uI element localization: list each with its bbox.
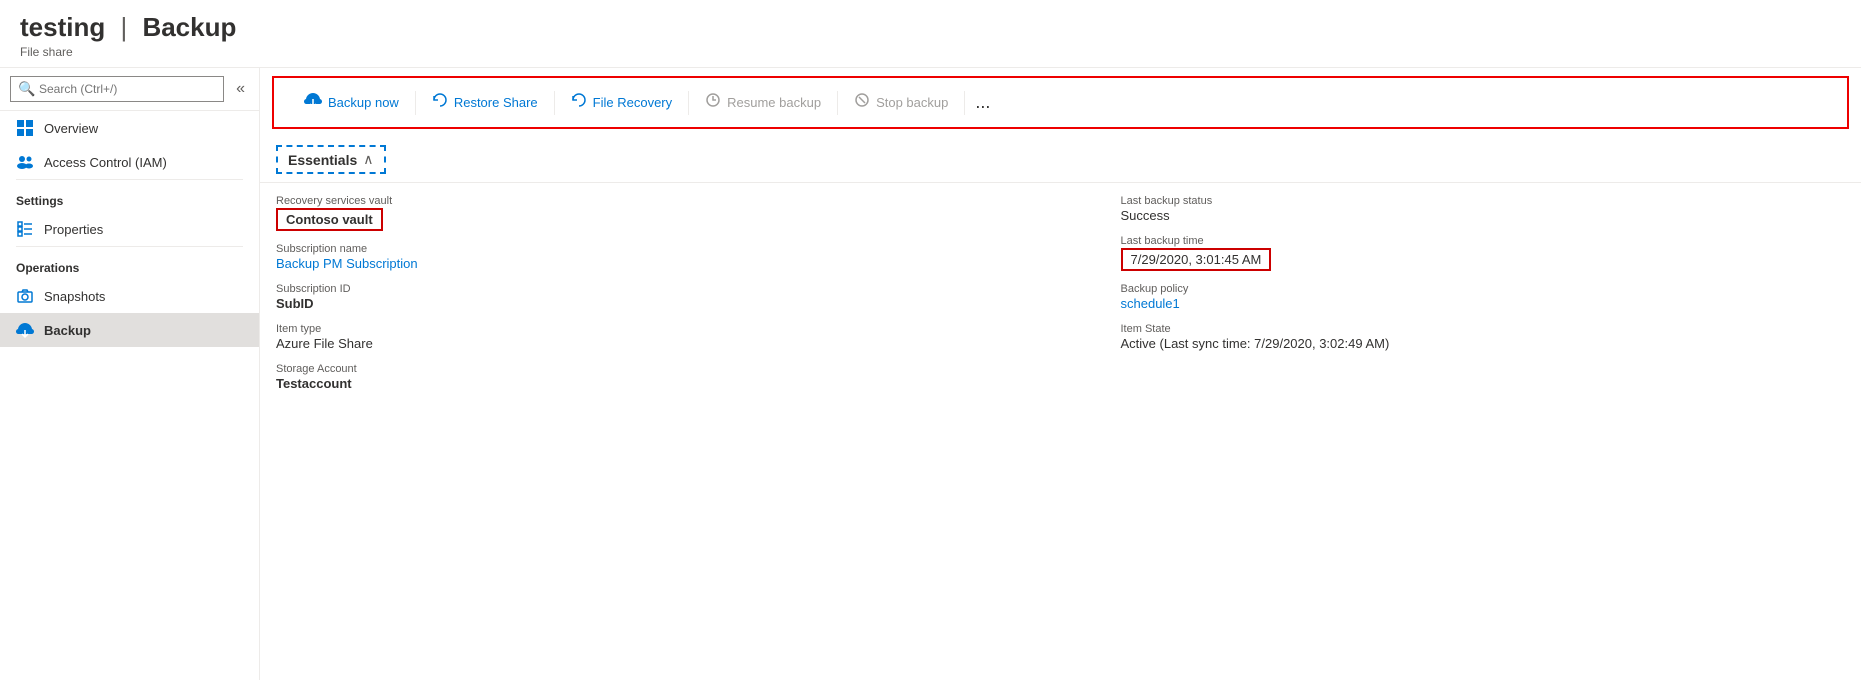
last-backup-time-label: Last backup time: [1121, 235, 1846, 247]
essentials-chevron-icon[interactable]: ∧: [363, 151, 373, 168]
page-title: testing | Backup: [20, 12, 1841, 43]
sidebar-item-overview[interactable]: Overview: [0, 111, 259, 145]
search-bar: 🔍 «: [0, 68, 259, 111]
more-options-button[interactable]: ...: [967, 88, 998, 117]
sidebar-item-label-properties: Properties: [44, 222, 103, 237]
subscription-name-label: Subscription name: [276, 243, 1061, 255]
field-last-backup-time: Last backup time 7/29/2020, 3:01:45 AM: [1121, 235, 1846, 271]
page-subtitle: File share: [20, 45, 1841, 59]
content-area: Backup now Restore Share: [260, 68, 1861, 680]
backup-now-label: Backup now: [328, 95, 399, 110]
toolbar-divider-2: [554, 91, 555, 115]
backup-policy-value[interactable]: schedule1: [1121, 296, 1846, 311]
toolbar-divider-1: [415, 91, 416, 115]
resume-icon: [705, 92, 721, 113]
page-type: Backup: [142, 12, 236, 42]
subscription-id-label: Subscription ID: [276, 283, 1061, 295]
section-label-settings: Settings: [0, 180, 259, 212]
stop-backup-button[interactable]: Stop backup: [840, 86, 962, 119]
storage-account-value: Testaccount: [276, 376, 1061, 391]
search-icon: 🔍: [18, 81, 35, 98]
snapshots-icon: [16, 287, 34, 305]
sidebar-item-label-backup: Backup: [44, 323, 91, 338]
page-header: testing | Backup File share: [0, 0, 1861, 68]
toolbar-divider-4: [837, 91, 838, 115]
toolbar-divider-3: [688, 91, 689, 115]
sidebar-item-label-snapshots: Snapshots: [44, 289, 105, 304]
subscription-name-value[interactable]: Backup PM Subscription: [276, 256, 1061, 271]
resume-backup-button[interactable]: Resume backup: [691, 86, 835, 119]
essentials-dashed-box: Essentials ∧: [276, 145, 386, 174]
search-input[interactable]: [10, 76, 224, 102]
toolbar-divider-5: [964, 91, 965, 115]
toolbar: Backup now Restore Share: [272, 76, 1849, 129]
field-backup-policy: Backup policy schedule1: [1121, 283, 1846, 311]
field-recovery-vault: Recovery services vault Contoso vault: [276, 195, 1061, 231]
field-item-type: Item type Azure File Share: [276, 323, 1061, 351]
sidebar-item-iam[interactable]: Access Control (IAM): [0, 145, 259, 179]
restore-icon: [432, 92, 448, 113]
field-subscription-id: Subscription ID SubID: [276, 283, 1061, 311]
main-layout: 🔍 « Overview Access Control (IAM): [0, 68, 1861, 680]
field-storage-account: Storage Account Testaccount: [276, 363, 1061, 391]
grid-icon: [16, 119, 34, 137]
people-icon: [16, 153, 34, 171]
sidebar-item-label-overview: Overview: [44, 121, 98, 136]
sidebar-item-backup[interactable]: Backup: [0, 313, 259, 347]
backup-now-icon: [304, 92, 322, 113]
recovery-vault-value: Contoso vault: [276, 208, 383, 231]
stop-icon: [854, 92, 870, 113]
essentials-right-column: Last backup status Success Last backup t…: [1061, 195, 1846, 391]
stop-backup-label: Stop backup: [876, 95, 948, 110]
last-backup-time-value: 7/29/2020, 3:01:45 AM: [1121, 248, 1272, 271]
essentials-title: Essentials: [288, 152, 357, 168]
backup-now-button[interactable]: Backup now: [290, 86, 413, 119]
file-recovery-button[interactable]: File Recovery: [557, 86, 686, 119]
essentials-grid: Recovery services vault Contoso vault Su…: [260, 183, 1861, 403]
sidebar: 🔍 « Overview Access Control (IAM): [0, 68, 260, 680]
field-last-backup-status: Last backup status Success: [1121, 195, 1846, 223]
subscription-id-value: SubID: [276, 296, 1061, 311]
item-state-value: Active (Last sync time: 7/29/2020, 3:02:…: [1121, 336, 1846, 351]
storage-account-label: Storage Account: [276, 363, 1061, 375]
resource-name: testing: [20, 12, 105, 42]
essentials-header: Essentials ∧: [260, 137, 1861, 183]
backup-policy-label: Backup policy: [1121, 283, 1846, 295]
item-type-value: Azure File Share: [276, 336, 1061, 351]
item-state-label: Item State: [1121, 323, 1846, 335]
sidebar-item-snapshots[interactable]: Snapshots: [0, 279, 259, 313]
last-backup-status-label: Last backup status: [1121, 195, 1846, 207]
field-item-state: Item State Active (Last sync time: 7/29/…: [1121, 323, 1846, 351]
recovery-vault-label: Recovery services vault: [276, 195, 1061, 207]
file-recovery-icon: [571, 92, 587, 113]
restore-share-label: Restore Share: [454, 95, 538, 110]
section-label-operations: Operations: [0, 247, 259, 279]
item-type-label: Item type: [276, 323, 1061, 335]
file-recovery-label: File Recovery: [593, 95, 672, 110]
restore-share-button[interactable]: Restore Share: [418, 86, 552, 119]
last-backup-status-value: Success: [1121, 208, 1846, 223]
resume-backup-label: Resume backup: [727, 95, 821, 110]
sidebar-item-label-iam: Access Control (IAM): [44, 155, 167, 170]
essentials-left-column: Recovery services vault Contoso vault Su…: [276, 195, 1061, 391]
title-separator: |: [113, 12, 134, 42]
field-subscription-name: Subscription name Backup PM Subscription: [276, 243, 1061, 271]
sidebar-item-properties[interactable]: Properties: [0, 212, 259, 246]
settings-icon: [16, 220, 34, 238]
backup-nav-icon: [16, 321, 34, 339]
collapse-sidebar-button[interactable]: «: [232, 78, 249, 100]
